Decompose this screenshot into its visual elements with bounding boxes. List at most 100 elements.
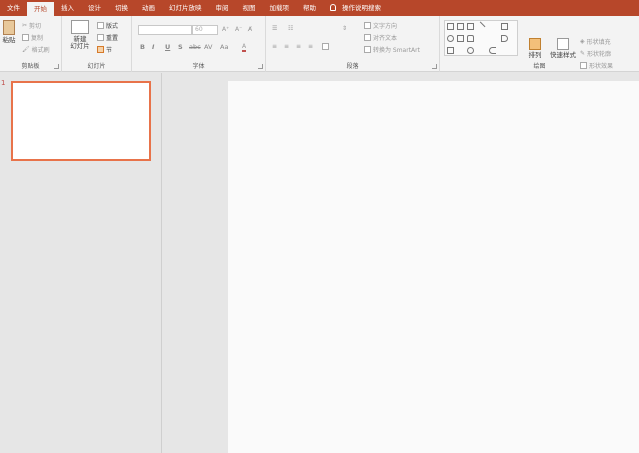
paint-bucket-icon: ◈ [580, 38, 585, 45]
tab-review[interactable]: 审阅 [209, 0, 236, 16]
paragraph-launcher-icon[interactable] [432, 64, 437, 69]
arrange-label: 排列 [528, 51, 542, 59]
section-icon [97, 46, 104, 53]
font-color-button[interactable]: A [242, 43, 247, 52]
font-launcher-icon[interactable] [258, 64, 263, 69]
tab-file[interactable]: 文件 [0, 0, 27, 16]
tab-insert[interactable]: 插入 [54, 0, 81, 16]
shadow-button[interactable]: S [178, 43, 183, 51]
star-shape-icon[interactable] [467, 47, 474, 54]
quick-styles-button[interactable]: 快速样式 [548, 38, 578, 59]
shape-fill-button[interactable]: ◈ 形状填充 [580, 37, 611, 46]
justify-icon: ≡ [308, 43, 314, 50]
align-text-icon [364, 34, 371, 41]
reset-button[interactable]: 重置 [97, 33, 118, 42]
clear-format-button[interactable]: A̸ [248, 26, 252, 33]
align-text-button[interactable]: 对齐文本 [364, 33, 397, 42]
bold-button[interactable]: B [140, 43, 145, 51]
justify-button[interactable]: ≡ [308, 43, 313, 50]
section-label: 节 [106, 47, 113, 54]
arrow-right-shape-icon[interactable] [501, 35, 508, 42]
italic-button[interactable]: I [152, 43, 154, 51]
tab-design[interactable]: 设计 [81, 0, 108, 16]
pen-icon: ✎ [580, 50, 586, 57]
tab-addins[interactable]: 加载项 [263, 0, 297, 16]
grow-font-button[interactable]: A⁺ [222, 26, 229, 33]
paste-icon [3, 20, 15, 35]
format-painter-button[interactable]: 🖌 格式刷 [22, 45, 50, 54]
line-spacing-button[interactable]: ⇕ [342, 25, 347, 32]
vertical-textbox-shape-icon[interactable] [457, 23, 464, 30]
ribbon-tab-bar: 文件 开始 插入 设计 切换 动画 幻灯片放映 审阅 视图 加载项 帮助 操作说… [0, 0, 639, 16]
numbering-button[interactable]: ☷ [288, 25, 293, 32]
strikethrough-button[interactable]: abc [189, 43, 201, 51]
align-right-button[interactable]: ≡ [296, 43, 301, 50]
rectangle-shape-icon[interactable] [501, 23, 508, 30]
change-case-button[interactable]: Aa [220, 43, 228, 51]
copy-button[interactable]: 复制 [22, 33, 43, 42]
tab-transitions[interactable]: 切换 [108, 0, 135, 16]
tab-view[interactable]: 视图 [236, 0, 263, 16]
font-name-combo[interactable] [138, 25, 192, 35]
effects-icon [580, 62, 587, 69]
oval-shape-icon[interactable] [447, 35, 454, 42]
text-direction-button[interactable]: 文字方向 [364, 21, 397, 30]
smartart-icon [364, 46, 371, 53]
align-center-button[interactable]: ≡ [284, 43, 289, 50]
reset-icon [97, 34, 104, 41]
paste-label: 粘贴 [2, 36, 16, 44]
align-text-label: 对齐文本 [373, 35, 398, 42]
group-font: 60 A⁺ A⁻ A̸ B I U S abc AV Aa A 字体 [132, 16, 266, 72]
font-size-combo[interactable]: 60 [192, 25, 218, 35]
bracket-shape-icon[interactable] [489, 47, 496, 54]
arrange-button[interactable]: 排列 [526, 38, 544, 59]
shape-effects-button[interactable]: 形状效果 [580, 61, 613, 70]
quick-styles-label: 快速样式 [550, 51, 576, 59]
tab-slideshow[interactable]: 幻灯片放映 [162, 0, 209, 16]
bullets-button[interactable]: ☰ [272, 25, 277, 32]
columns-icon [322, 43, 329, 50]
section-button[interactable]: 节 [97, 45, 112, 54]
copy-icon [22, 34, 29, 41]
columns-button[interactable] [322, 43, 329, 50]
rect-shape-icon[interactable] [457, 35, 464, 42]
scissors-icon: ✂ [22, 22, 28, 29]
search-label: 操作说明搜索 [342, 4, 381, 12]
tab-help[interactable]: 帮助 [296, 0, 323, 16]
copy-label: 复制 [31, 35, 44, 42]
tell-me-search[interactable]: 操作说明搜索 [323, 0, 388, 16]
line-spacing-icon: ⇕ [342, 25, 348, 32]
underline-button[interactable]: U [165, 43, 170, 51]
font-color-icon: A [242, 43, 247, 52]
shrink-font-button[interactable]: A⁻ [235, 26, 242, 33]
slide-thumbnail[interactable] [11, 81, 151, 161]
cut-button[interactable]: ✂ 剪切 [22, 21, 41, 30]
quick-styles-icon [557, 38, 569, 50]
align-left-button[interactable]: ≡ [272, 43, 277, 50]
clipboard-group-label: 剪贴板 [21, 63, 40, 70]
arrow-down-shape-icon[interactable] [447, 47, 454, 54]
group-clipboard: 粘贴 ✂ 剪切 复制 🖌 格式刷 剪贴板 [0, 16, 62, 72]
triangle-shape-icon[interactable] [467, 35, 474, 42]
new-slide-button[interactable]: 新建 幻灯片 [65, 20, 95, 50]
paste-button[interactable]: 粘贴 [0, 20, 18, 44]
shape-outline-label: 形状轮廓 [587, 51, 612, 58]
group-paragraph: ☰ ☷ ⇕ ≡ ≡ ≡ ≡ 文字方向 对齐文本 转换为 SmartArt 段落 [266, 16, 440, 72]
textbox-shape-icon[interactable] [447, 23, 454, 30]
shape-outline-button[interactable]: ✎ 形状轮廓 [580, 49, 611, 58]
slide-number: 1 [1, 79, 6, 87]
font-group-label: 字体 [192, 63, 205, 70]
layout-button[interactable]: 版式 [97, 21, 118, 30]
line-shape-icon[interactable] [475, 21, 486, 32]
tab-animations[interactable]: 动画 [135, 0, 162, 16]
shapes-gallery[interactable] [444, 20, 518, 56]
slide-thumbnail-panel[interactable]: 1 [0, 73, 162, 453]
char-spacing-button[interactable]: AV [204, 43, 212, 51]
smartart-button[interactable]: 转换为 SmartArt [364, 45, 420, 54]
tab-home[interactable]: 开始 [27, 2, 54, 16]
clipboard-launcher-icon[interactable] [54, 64, 59, 69]
image-shape-icon[interactable] [467, 23, 474, 30]
slide-canvas[interactable] [228, 81, 639, 453]
paragraph-group-label: 段落 [346, 63, 359, 70]
align-right-icon: ≡ [296, 43, 302, 50]
